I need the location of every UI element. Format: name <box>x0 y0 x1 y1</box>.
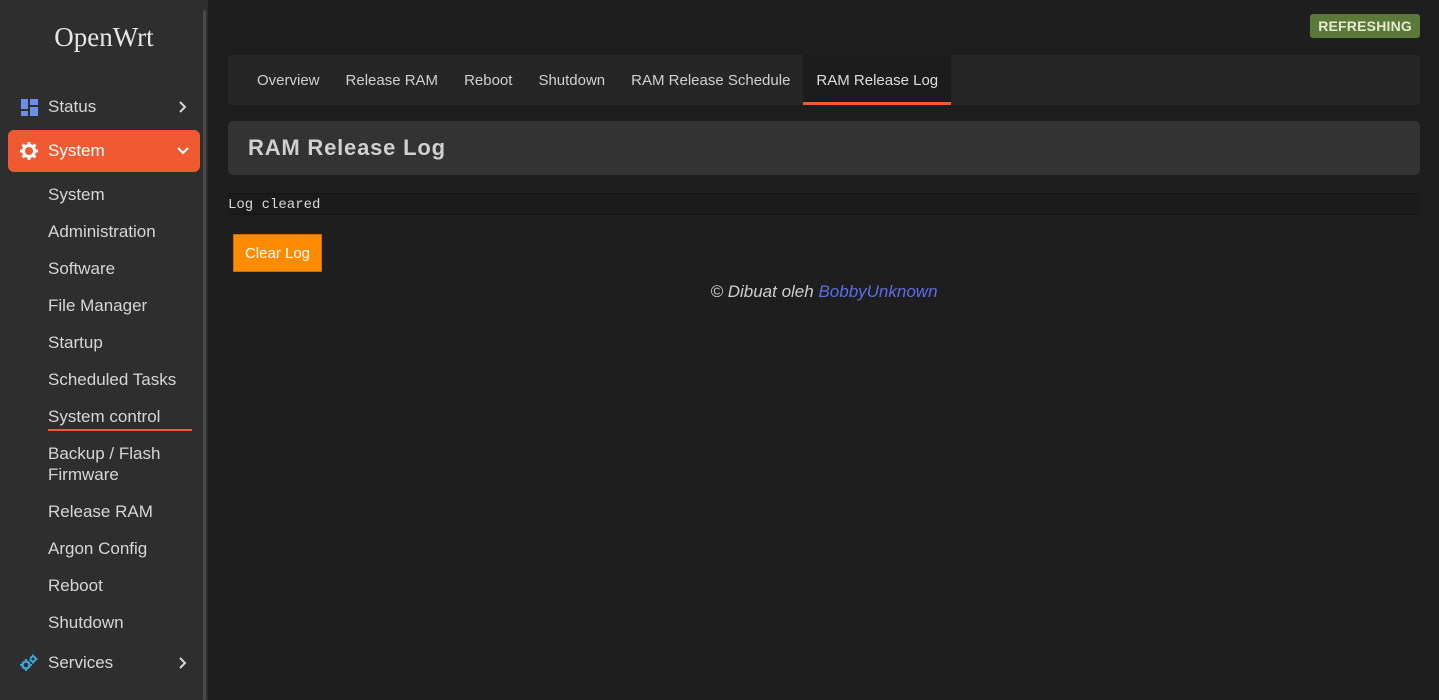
tab-ram-release-schedule[interactable]: RAM Release Schedule <box>618 55 803 105</box>
submenu-file-manager[interactable]: File Manager <box>48 295 192 316</box>
sidebar-item-status[interactable]: Status <box>8 86 200 128</box>
clear-log-button[interactable]: Clear Log <box>233 234 322 272</box>
author-link[interactable]: BobbyUnknown <box>818 282 937 301</box>
submenu-backup-flash[interactable]: Backup / Flash Firmware <box>48 443 178 485</box>
submenu-system-control[interactable]: System control <box>48 406 192 431</box>
tab-bar: Overview Release RAM Reboot Shutdown RAM… <box>228 55 1420 105</box>
sidebar: OpenWrt Status System System Administrat… <box>0 0 208 700</box>
sidebar-item-label: Status <box>48 97 97 116</box>
tab-reboot[interactable]: Reboot <box>451 55 525 105</box>
submenu-system[interactable]: System <box>48 184 192 205</box>
submenu-reboot[interactable]: Reboot <box>48 575 192 596</box>
tab-shutdown[interactable]: Shutdown <box>525 55 618 105</box>
sidebar-item-label: Services <box>48 653 114 672</box>
submenu-software[interactable]: Software <box>48 258 192 279</box>
chevron-right-icon <box>176 101 190 113</box>
gear-icon <box>20 142 38 160</box>
submenu-argon-config[interactable]: Argon Config <box>48 538 192 559</box>
sidebar-item-system[interactable]: System <box>8 130 200 172</box>
gears-icon <box>20 654 38 672</box>
chevron-right-icon <box>176 657 190 669</box>
chevron-down-icon <box>176 146 190 156</box>
brand-logo[interactable]: OpenWrt <box>0 22 208 53</box>
submenu-administration[interactable]: Administration <box>48 221 192 242</box>
sidebar-item-services[interactable]: Services <box>8 642 200 684</box>
sidebar-scrollbar[interactable] <box>203 10 206 700</box>
tab-release-ram[interactable]: Release RAM <box>333 55 452 105</box>
footer-credit: © Dibuat oleh BobbyUnknown <box>228 282 1420 302</box>
submenu-shutdown[interactable]: Shutdown <box>48 612 192 633</box>
submenu-startup[interactable]: Startup <box>48 332 192 353</box>
sidebar-item-label: System <box>48 141 105 160</box>
tab-overview[interactable]: Overview <box>244 55 333 105</box>
submenu-scheduled-tasks[interactable]: Scheduled Tasks <box>48 369 192 390</box>
status-badge: REFRESHING <box>1310 14 1420 38</box>
footer-prefix: © Dibuat oleh <box>710 282 814 301</box>
main-content: REFRESHING Overview Release RAM Reboot S… <box>228 0 1420 700</box>
submenu-release-ram[interactable]: Release RAM <box>48 501 192 522</box>
tab-ram-release-log[interactable]: RAM Release Log <box>803 55 952 105</box>
dashboard-icon <box>20 98 38 116</box>
log-output: Log cleared <box>228 193 1420 215</box>
page-title: RAM Release Log <box>228 121 1420 175</box>
